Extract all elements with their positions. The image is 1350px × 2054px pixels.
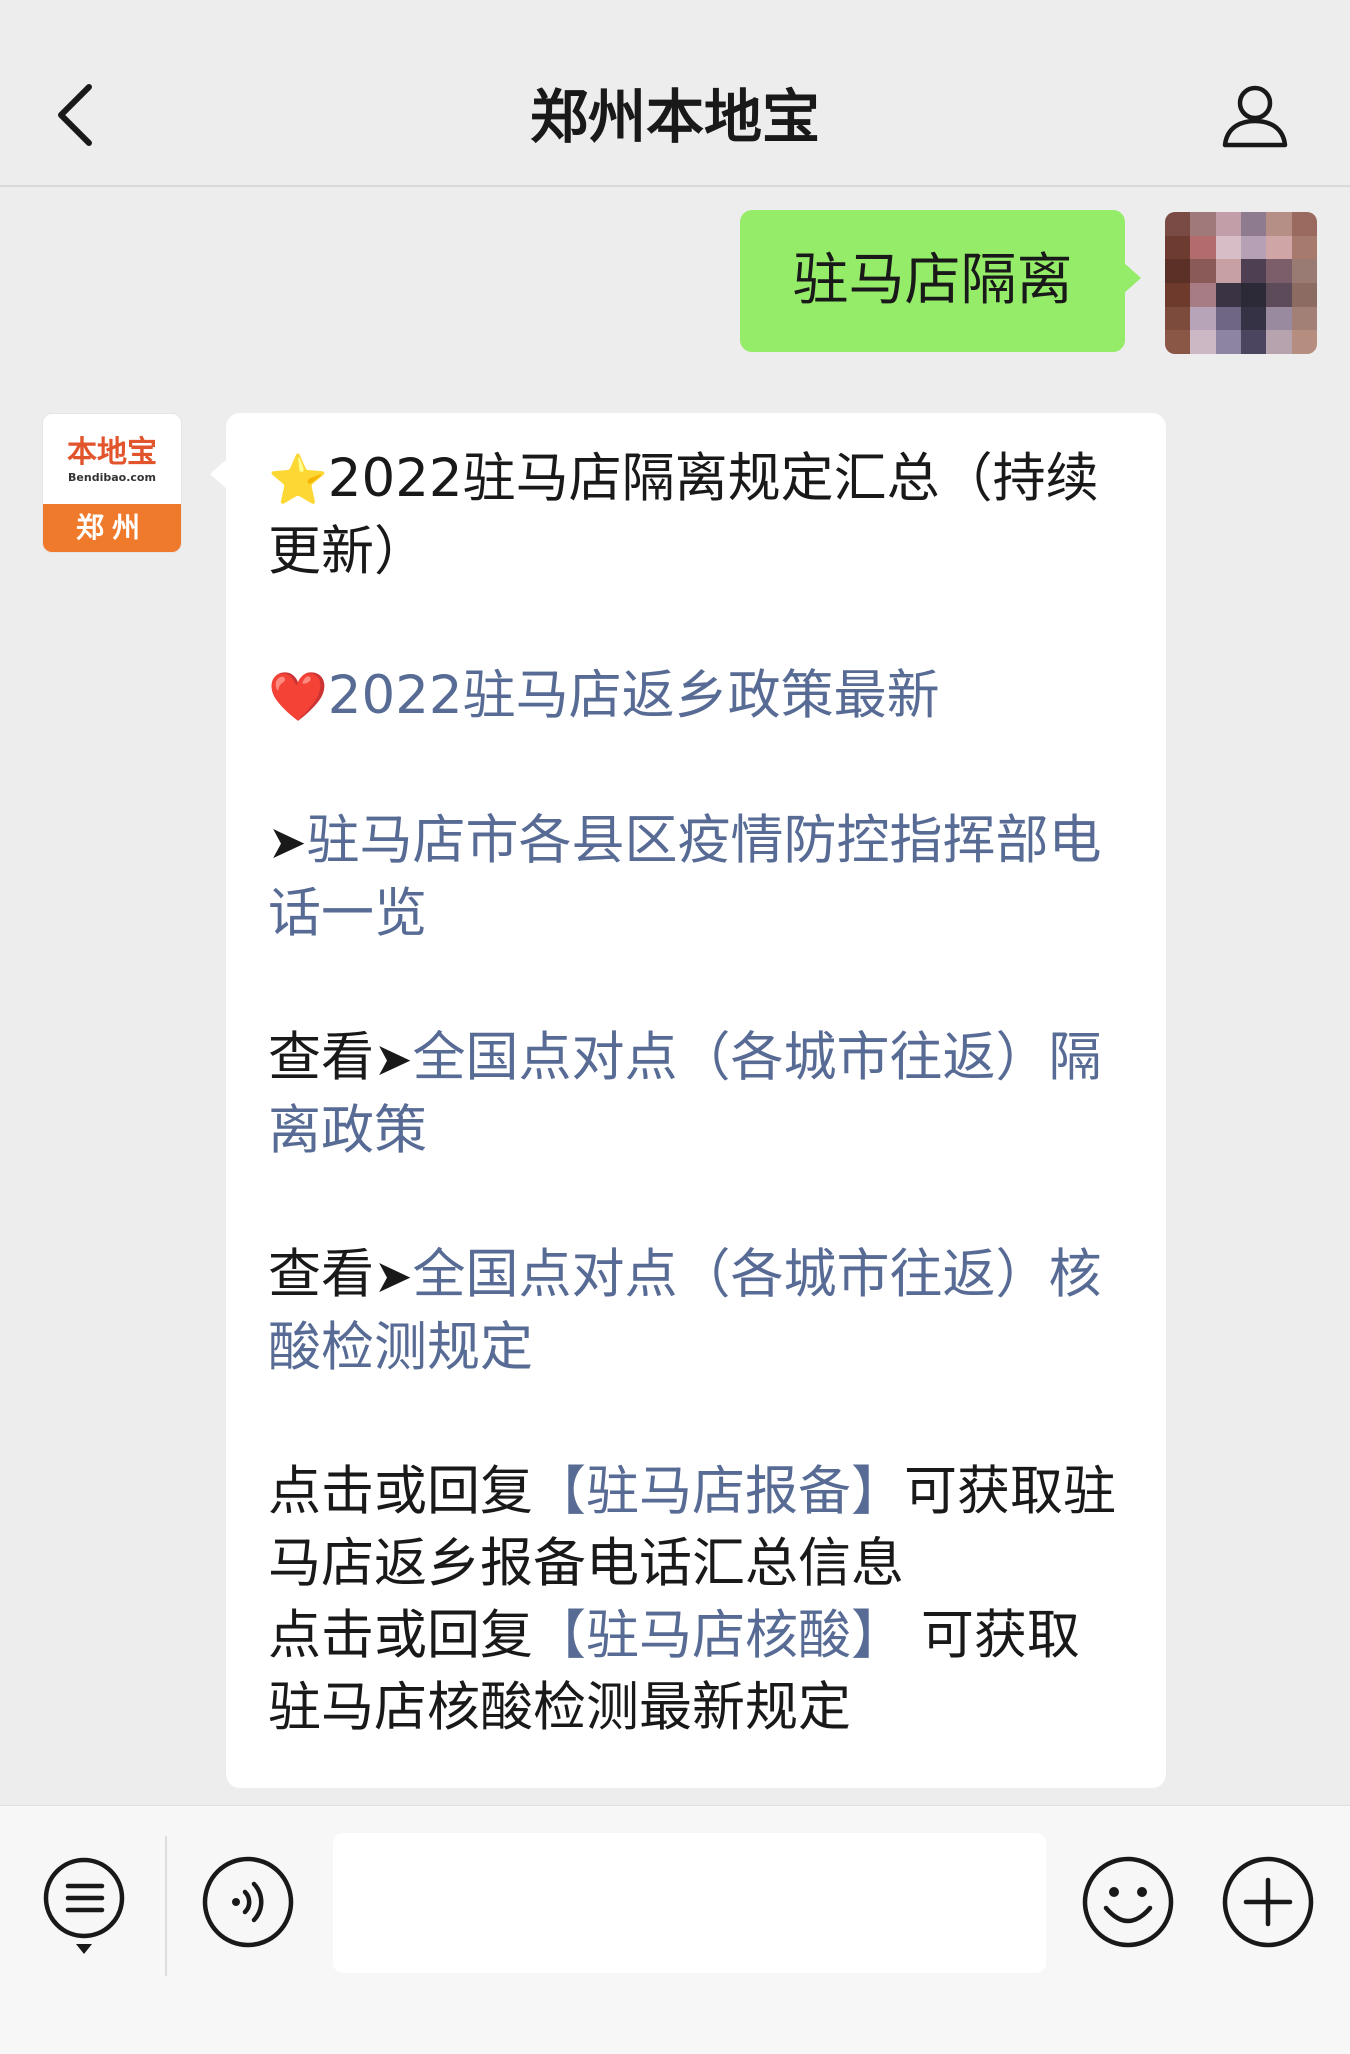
voice-icon xyxy=(202,1856,294,1948)
smiley-icon xyxy=(1082,1856,1174,1948)
nav-bar: 郑州本地宝 xyxy=(0,0,1350,187)
avatar-city: 郑州 xyxy=(43,504,181,552)
arrow-icon: ➤ xyxy=(268,815,307,869)
emoji-button[interactable] xyxy=(1080,1854,1176,1950)
avatar-brand-text: 本地宝 xyxy=(67,435,157,470)
hotline-list-link[interactable]: 驻马店市各县区疫情防控指挥部电话一览 xyxy=(268,810,1102,944)
message-item: ➤驻马店市各县区疫情防控指挥部电话一览 xyxy=(268,805,1126,950)
item-text: 2022驻马店隔离规定汇总（持续更新） xyxy=(268,448,1099,582)
incoming-message-bubble: ⭐2022驻马店隔离规定汇总（持续更新） ❤️2022驻马店返乡政策最新 ➤驻马… xyxy=(210,413,1166,1788)
message-item: 查看➤全国点对点（各城市往返）核酸检测规定 xyxy=(268,1239,1126,1384)
page-title: 郑州本地宝 xyxy=(529,83,820,151)
message-item: 点击或回复【驻马店报备】可获取驻马店返乡报备电话汇总信息 xyxy=(268,1456,1126,1600)
sender-avatar[interactable]: 本地宝 Bendibao.com 郑州 xyxy=(42,413,182,553)
heart-icon: ❤️ xyxy=(268,669,328,725)
menu-button[interactable] xyxy=(40,1854,128,1964)
registration-keyword-link[interactable]: 【驻马店报备】 xyxy=(533,1461,904,1522)
list-menu-icon xyxy=(43,1857,125,1954)
message-input[interactable] xyxy=(333,1833,1046,1973)
plus-icon xyxy=(1222,1856,1314,1948)
message-item: 点击或回复【驻马店核酸】 可获取驻马店核酸检测最新规定 xyxy=(268,1600,1126,1744)
nucleic-keyword-link[interactable]: 【驻马店核酸】 xyxy=(533,1605,904,1666)
input-bar xyxy=(0,1805,1350,2054)
item-prefix: 查看 xyxy=(268,1244,374,1305)
star-icon: ⭐ xyxy=(268,452,328,508)
plus-button[interactable] xyxy=(1220,1854,1316,1950)
voice-button[interactable] xyxy=(200,1854,296,1950)
item-prefix: 查看 xyxy=(268,1027,374,1088)
message-item: ⭐2022驻马店隔离规定汇总（持续更新） xyxy=(268,443,1126,588)
user-avatar[interactable] xyxy=(1165,212,1317,354)
divider xyxy=(165,1836,167,1976)
return-policy-link[interactable]: 2022驻马店返乡政策最新 xyxy=(328,665,940,726)
message-item: 查看➤全国点对点（各城市往返）隔离政策 xyxy=(268,1022,1126,1167)
person-icon xyxy=(1222,85,1288,148)
avatar-logo: 本地宝 Bendibao.com xyxy=(43,414,181,506)
message-item: ❤️2022驻马店返乡政策最新 xyxy=(268,660,1126,733)
avatar-brand-sub: Bendibao.com xyxy=(68,471,156,484)
item-prefix: 点击或回复 xyxy=(268,1605,533,1666)
arrow-icon: ➤ xyxy=(374,1032,413,1086)
arrow-icon: ➤ xyxy=(374,1249,413,1303)
item-prefix: 点击或回复 xyxy=(268,1461,533,1522)
profile-button[interactable] xyxy=(1210,70,1300,160)
outgoing-message-bubble[interactable]: 驻马店隔离 xyxy=(740,210,1141,352)
